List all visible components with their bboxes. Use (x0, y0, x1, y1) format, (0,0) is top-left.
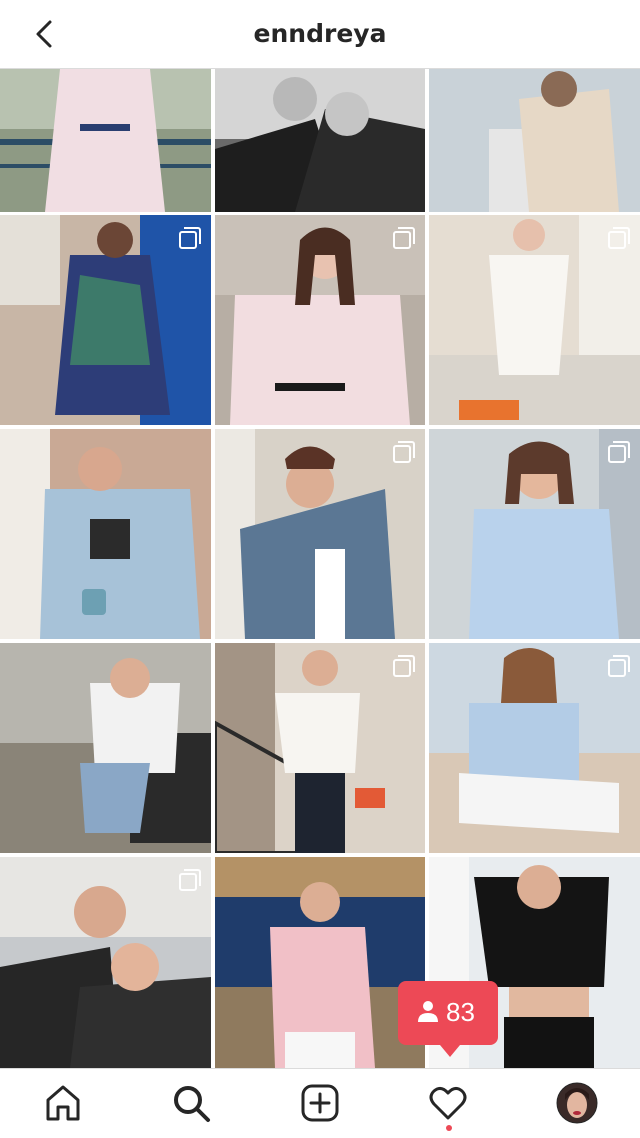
bottom-navigation (0, 1068, 640, 1138)
profile-avatar[interactable] (556, 1082, 598, 1124)
photo-bw-couple (215, 69, 425, 212)
profile-username: enndreya (253, 19, 387, 48)
post-thumbnail[interactable] (0, 857, 211, 1068)
multiple-photos-icon (608, 227, 630, 249)
post-thumbnail[interactable] (215, 643, 425, 853)
post-thumbnail[interactable] (215, 215, 425, 425)
multiple-photos-icon (393, 441, 415, 463)
multiple-photos-icon (179, 227, 201, 249)
photo-blazer-pier (429, 69, 640, 212)
post-thumbnail[interactable] (429, 643, 640, 853)
search-icon[interactable] (171, 1083, 211, 1123)
activity-indicator-dot (446, 1125, 452, 1131)
multiple-photos-icon (608, 441, 630, 463)
multiple-photos-icon (179, 869, 201, 891)
photo-denim-shirt-mug (0, 429, 211, 639)
post-thumbnail[interactable] (0, 69, 211, 212)
home-icon[interactable] (43, 1083, 83, 1123)
post-thumbnail[interactable] (429, 69, 640, 212)
multiple-photos-icon (393, 655, 415, 677)
post-grid (0, 69, 640, 1068)
post-thumbnail[interactable] (215, 857, 425, 1068)
post-thumbnail[interactable] (429, 429, 640, 639)
header: enndreya (0, 0, 640, 69)
post-thumbnail[interactable] (215, 69, 425, 212)
person-icon (418, 1001, 438, 1022)
multiple-photos-icon (393, 227, 415, 249)
post-thumbnail[interactable] (215, 429, 425, 639)
post-thumbnail[interactable] (0, 215, 211, 425)
photo-white-sweater-bench (0, 643, 211, 853)
notification-count: 83 (446, 997, 475, 1027)
heart-icon[interactable] (428, 1083, 468, 1123)
photo-floral-dress (0, 69, 211, 212)
post-thumbnail[interactable] (429, 215, 640, 425)
post-thumbnail[interactable] (0, 429, 211, 639)
photo-pink-sweater-balcony (215, 857, 425, 1068)
add-post-icon[interactable] (300, 1083, 340, 1123)
post-thumbnail[interactable] (0, 643, 211, 853)
multiple-photos-icon (608, 655, 630, 677)
followers-notification-badge[interactable]: 83 (398, 981, 498, 1057)
